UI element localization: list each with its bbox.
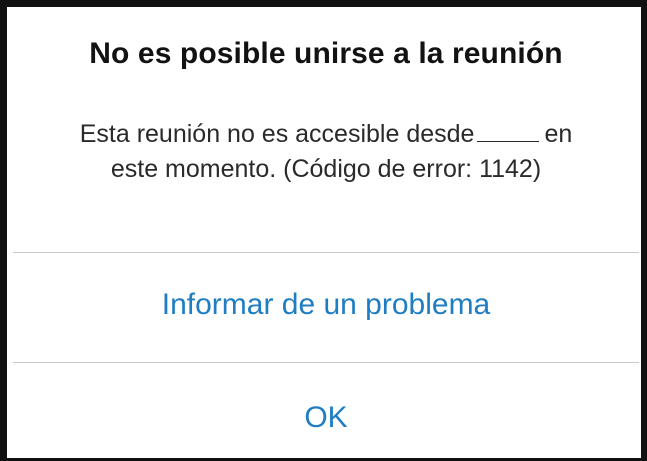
message-line-1: Esta reunión no es accesible desde en bbox=[13, 117, 639, 152]
message-text-end: en bbox=[544, 120, 573, 148]
message-text-start: Esta reunión no es accesible desde bbox=[79, 120, 475, 148]
redacted-blank bbox=[477, 122, 540, 142]
divider-middle bbox=[13, 362, 639, 363]
dialog-title: No es posible unirse a la reunión bbox=[89, 37, 563, 70]
divider-top bbox=[13, 252, 639, 253]
error-dialog: No es posible unirse a la reunión Esta r… bbox=[13, 13, 639, 457]
message-line-2: este momento. (Código de error: 1142) bbox=[110, 155, 542, 183]
report-problem-button[interactable]: Informar de un problema bbox=[13, 288, 639, 322]
ok-button[interactable]: OK bbox=[13, 401, 639, 435]
dialog-message: Esta reunión no es accesible desde en est… bbox=[13, 117, 639, 187]
